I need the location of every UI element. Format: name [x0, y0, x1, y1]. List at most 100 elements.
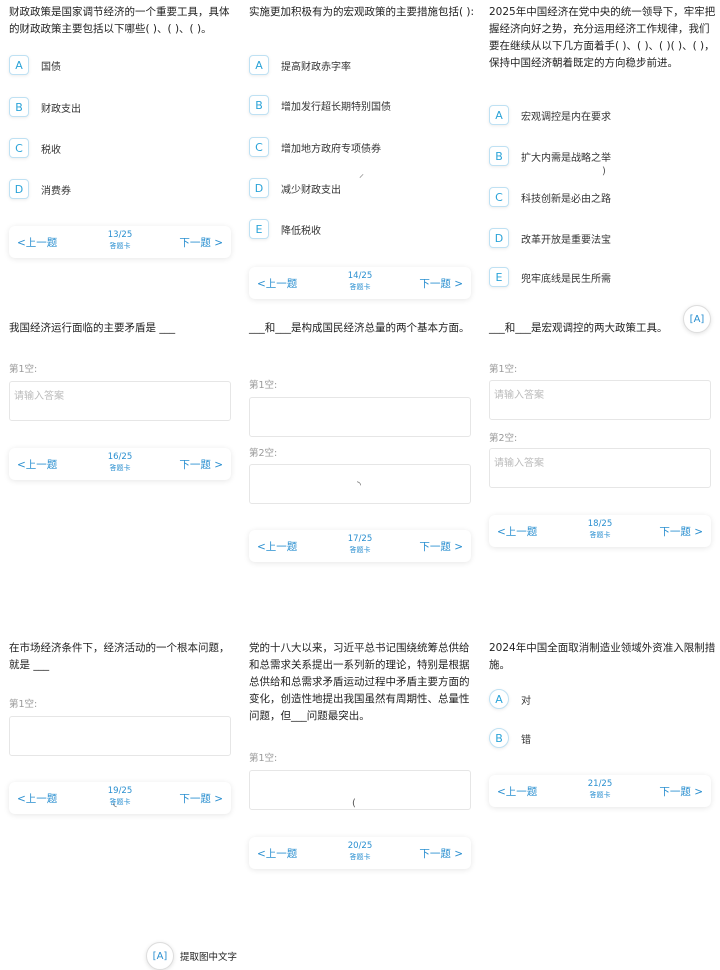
question-text: 在市场经济条件下，经济活动的一个根本问题，就是 ___ [9, 642, 230, 671]
option-d[interactable]: D 改革开放是重要法宝 [489, 227, 611, 249]
question-text: 我国经济运行面临的主要矛盾是 ___ [9, 322, 176, 334]
input-placeholder: 请输入答案 [14, 391, 64, 402]
question-nav-bar: <上一题 18/25 答题卡 下一题 > [489, 515, 711, 547]
option-text: 科技创新是必由之路 [521, 193, 611, 205]
question-nav-bar: <上一题 16/25 答题卡 下一题 > [9, 448, 231, 480]
question-18-panel: ___和___是宏观调控的两大政策工具。 第1空: 请输入答案 第2空: 请输入… [489, 320, 717, 560]
option-letter: A [249, 55, 269, 75]
option-text: 扩大内需是战略之举 [521, 152, 611, 164]
option-text: 消费券 [41, 185, 71, 197]
option-d[interactable]: D 减少财政支出 [249, 177, 341, 199]
loading-spinner-icon: ) [602, 166, 606, 177]
next-question-button[interactable]: 下一题 > [659, 784, 703, 799]
blank-1-input[interactable] [9, 716, 231, 756]
option-letter: C [9, 138, 29, 158]
question-nav-bar: <上一题 14/25 答题卡 下一题 > [249, 267, 471, 299]
extract-text-label: 提取图中文字 [180, 952, 238, 963]
option-letter: D [489, 228, 509, 248]
blank-1-input[interactable]: 请输入答案 [489, 380, 711, 420]
question-19-panel: 在市场经济条件下，经济活动的一个根本问题，就是 ___ 第1空: <上一题 19… [9, 640, 237, 820]
blank-1-label: 第1空: [489, 364, 518, 375]
option-c[interactable]: C 税收 [9, 137, 61, 159]
option-text: 错 [521, 734, 531, 746]
input-placeholder: 请输入答案 [494, 458, 544, 469]
question-13-panel: 财政政策是国家调节经济的一个重要工具，具体的财政政策主要包括以下哪些( )、( … [9, 4, 237, 264]
question-15-panel: 2025年中国经济在党中央的统一领导下，牢牢把握经济向好之势，充分运用经济工作规… [489, 4, 717, 304]
option-a[interactable]: A 提高财政赤字率 [249, 54, 351, 76]
loading-spinner-icon: ◟ [113, 798, 117, 809]
option-letter: D [249, 178, 269, 198]
question-text: 实施更加积极有为的宏观政策的主要措施包括( ): [249, 6, 475, 18]
question-text: 2025年中国经济在党中央的统一领导下，牢牢把握经济向好之势，充分运用经济工作规… [489, 6, 716, 69]
option-b[interactable]: B 增加发行超长期特别国债 [249, 94, 391, 116]
blank-1-label: 第1空: [9, 364, 38, 375]
question-16-panel: 我国经济运行面临的主要矛盾是 ___ 第1空: 请输入答案 <上一题 16/25… [9, 320, 237, 490]
option-c[interactable]: C 科技创新是必由之路 [489, 186, 611, 208]
next-question-button[interactable]: 下一题 > [179, 457, 223, 472]
option-b[interactable]: B 扩大内需是战略之举 [489, 145, 611, 167]
question-text: ___和___是宏观调控的两大政策工具。 [489, 322, 668, 334]
option-c[interactable]: C 增加地方政府专项债券 [249, 136, 381, 158]
loading-spinner-icon: ⸝ [359, 169, 364, 180]
blank-1-input[interactable] [249, 397, 471, 437]
option-e[interactable]: E 降低税收 [249, 218, 321, 240]
option-text: 降低税收 [281, 225, 321, 237]
option-letter: B [9, 97, 29, 117]
blank-1-label: 第1空: [249, 753, 278, 764]
question-text: ___和___是构成国民经济总量的两个基本方面。 [249, 322, 470, 334]
option-a[interactable]: A 宏观调控是内在要求 [489, 104, 611, 126]
question-nav-bar: <上一题 21/25 答题卡 下一题 > [489, 775, 711, 807]
option-letter: A [9, 55, 29, 75]
next-question-button[interactable]: 下一题 > [419, 846, 463, 861]
option-false[interactable]: B错 [489, 727, 531, 749]
option-letter: C [489, 187, 509, 207]
option-letter: B [489, 728, 509, 748]
question-nav-bar: <上一题 17/25 答题卡 下一题 > [249, 530, 471, 562]
option-text: 对 [521, 695, 531, 707]
next-question-button[interactable]: 下一题 > [179, 791, 223, 806]
option-text: 减少财政支出 [281, 184, 341, 196]
option-letter: B [249, 95, 269, 115]
option-letter: E [489, 267, 509, 287]
option-text: 国债 [41, 61, 61, 73]
next-question-button[interactable]: 下一题 > [659, 524, 703, 539]
option-letter: D [9, 179, 29, 199]
option-text: 税收 [41, 144, 61, 156]
option-letter: A [489, 689, 509, 709]
next-question-button[interactable]: 下一题 > [179, 235, 223, 250]
blank-1-label: 第1空: [249, 380, 278, 391]
option-text: 财政支出 [41, 103, 81, 115]
input-placeholder: 请输入答案 [494, 390, 544, 401]
option-text: 增加发行超长期特别国债 [281, 101, 391, 113]
option-a[interactable]: A 国债 [9, 54, 61, 76]
option-text: 增加地方政府专项债券 [281, 143, 381, 155]
option-letter: C [249, 137, 269, 157]
question-text: 财政政策是国家调节经济的一个重要工具，具体的财政政策主要包括以下哪些( )、( … [9, 6, 230, 35]
question-14-panel: 实施更加积极有为的宏观政策的主要措施包括( ): A 提高财政赤字率 B 增加发行超… [249, 4, 477, 304]
loading-spinner-icon: ◝ [357, 480, 361, 491]
blank-2-input[interactable]: 请输入答案 [489, 448, 711, 488]
next-question-button[interactable]: 下一题 > [419, 276, 463, 291]
option-text: 兜牢底线是民生所需 [521, 273, 611, 285]
question-text: 党的十八大以来，习近平总书记围绕统筹总供给和总需求关系提出一系列新的理论，特别是… [249, 642, 470, 722]
text-scan-icon: [A] [146, 942, 174, 970]
next-question-button[interactable]: 下一题 > [419, 539, 463, 554]
option-letter: A [489, 105, 509, 125]
question-text: 2024年中国全面取消制造业领域外资准入限制措施。 [489, 642, 716, 671]
option-d[interactable]: D 消费券 [9, 178, 71, 200]
option-text: 宏观调控是内在要求 [521, 111, 611, 123]
question-nav-bar: <上一题 13/25 答题卡 下一题 > [9, 226, 231, 258]
option-letter: B [489, 146, 509, 166]
question-17-panel: ___和___是构成国民经济总量的两个基本方面。 第1空: 第2空: ◝ <上一… [249, 320, 477, 570]
question-nav-bar: <上一题 19/25 答题卡 下一题 > [9, 782, 231, 814]
question-21-panel: 2024年中国全面取消制造业领域外资准入限制措施。 A对 B错 <上一题 21/… [489, 640, 717, 820]
option-text: 提高财政赤字率 [281, 61, 351, 73]
question-20-panel: 党的十八大以来，习近平总书记围绕统筹总供给和总需求关系提出一系列新的理论，特别是… [249, 640, 477, 880]
option-b[interactable]: B 财政支出 [9, 96, 81, 118]
option-true[interactable]: A对 [489, 688, 531, 710]
blank-1-input[interactable] [249, 770, 471, 810]
blank-1-input[interactable]: 请输入答案 [9, 381, 231, 421]
question-nav-bar: <上一题 20/25 答题卡 下一题 > [249, 837, 471, 869]
option-e[interactable]: E 兜牢底线是民生所需 [489, 266, 611, 288]
extract-text-button[interactable]: [A] 提取图中文字 [146, 942, 237, 970]
